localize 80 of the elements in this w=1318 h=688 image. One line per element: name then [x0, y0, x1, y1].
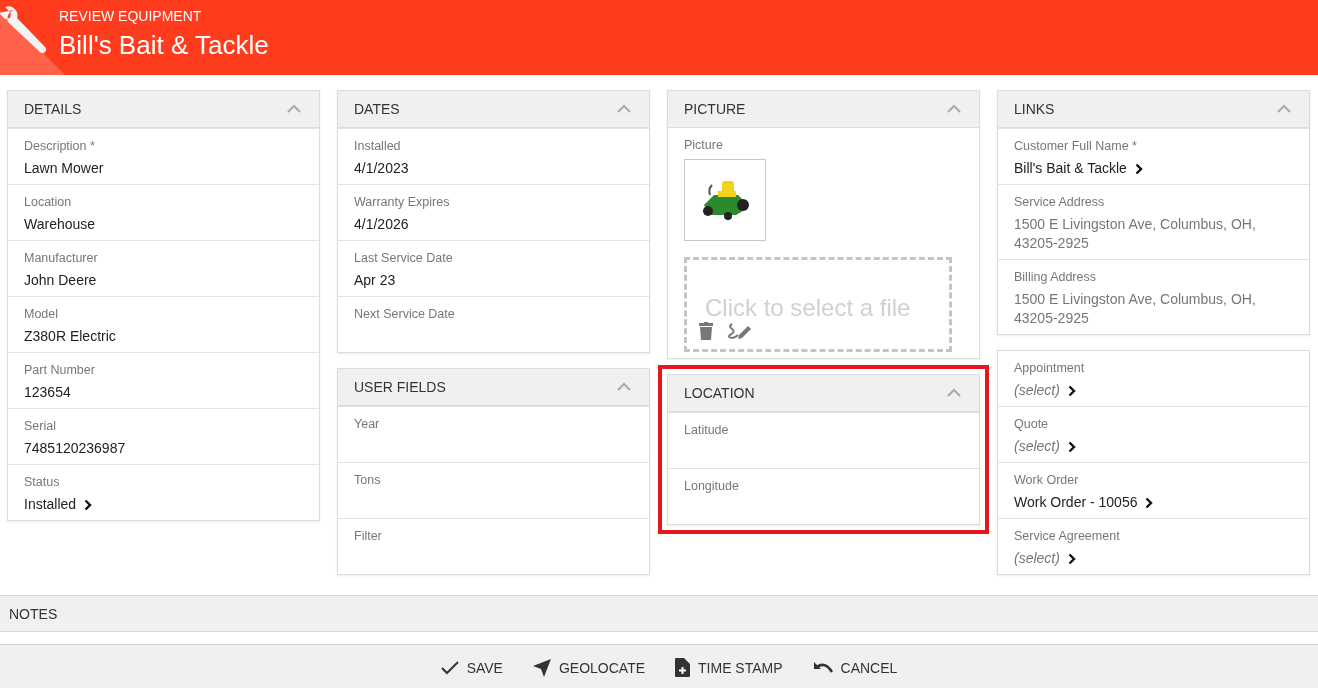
file-plus-icon — [675, 658, 691, 677]
field-label: Picture — [684, 138, 724, 153]
notes-section-header[interactable]: NOTES — [0, 595, 1318, 632]
chevron-right-icon — [1145, 496, 1154, 509]
field-label: Warranty Expires — [354, 195, 451, 210]
action-button[interactable]: TIME STAMP — [671, 652, 787, 683]
field-label: Model — [24, 307, 60, 322]
check-icon — [440, 660, 459, 675]
field-label: Last Service Date — [354, 251, 454, 266]
chevron-right-icon — [84, 498, 93, 511]
field-label: Work Order — [1014, 473, 1080, 488]
field-label: Customer Full Name * — [1014, 139, 1138, 154]
field-label: Manufacturer — [24, 251, 99, 266]
action-button[interactable]: SAVE — [436, 653, 507, 682]
field-value: John Deere — [24, 271, 97, 290]
field-label: Year — [354, 417, 381, 432]
field-value: Apr 23 — [354, 271, 396, 290]
panel-header[interactable]: USER FIELDS — [338, 369, 649, 406]
page-title: Bill's Bait & Tackle — [59, 30, 269, 60]
chevron-up-icon[interactable] — [1277, 104, 1291, 114]
link-value[interactable]: Installed — [24, 495, 77, 514]
signature-icon[interactable] — [727, 322, 751, 340]
panel-header[interactable]: LINKS — [998, 91, 1309, 128]
field-label: Filter — [354, 529, 383, 544]
image-thumbnail[interactable] — [684, 159, 766, 241]
action-button[interactable]: CANCEL — [808, 653, 902, 682]
panel-title: PICTURE — [684, 101, 746, 117]
address-value: 1500 E Livingston Ave, Columbus, OH, 43205-2925 — [1014, 216, 1256, 251]
field-value: 7485120236987 — [24, 439, 126, 458]
field-label: Quote — [1014, 417, 1050, 432]
field-label: Description * — [24, 139, 96, 154]
field-label: Installed — [354, 139, 402, 154]
field-value: 4/1/2026 — [354, 215, 409, 234]
trash-icon[interactable] — [699, 322, 713, 340]
undo-icon — [812, 660, 833, 675]
field-value: Z380R Electric — [24, 327, 116, 346]
chevron-right-icon — [1067, 552, 1076, 565]
field-label: Status — [24, 475, 61, 490]
panel-header[interactable]: DATES — [338, 91, 649, 128]
panel-title: DETAILS — [24, 101, 82, 117]
select-placeholder[interactable]: (select) — [1014, 437, 1060, 456]
link-value[interactable]: Bill's Bait & Tackle — [1014, 159, 1127, 178]
select-placeholder[interactable]: (select) — [1014, 381, 1060, 400]
panel-title: DATES — [354, 101, 400, 117]
field-label: Part Number — [24, 363, 96, 378]
chevron-right-icon — [1134, 162, 1143, 175]
field-value: 4/1/2023 — [354, 159, 409, 178]
panel-title: LINKS — [1014, 101, 1055, 117]
panel-title: LOCATION — [684, 385, 755, 401]
select-placeholder[interactable]: (select) — [1014, 549, 1060, 568]
field-label: Longitude — [684, 479, 740, 494]
field-value: Warehouse — [24, 215, 96, 234]
panel-header[interactable]: PICTURE — [668, 91, 979, 128]
chevron-right-icon — [1067, 384, 1076, 397]
chevron-right-icon — [1067, 440, 1076, 453]
field-label: Service Address — [1014, 195, 1106, 210]
field-label: Serial — [24, 419, 57, 434]
chevron-up-icon[interactable] — [617, 104, 631, 114]
panel-header[interactable]: LOCATION — [668, 375, 979, 412]
field-label: Location — [24, 195, 73, 210]
chevron-up-icon[interactable] — [617, 382, 631, 392]
chevron-up-icon[interactable] — [947, 104, 961, 114]
field-label: Tons — [354, 473, 382, 488]
action-button[interactable]: GEOLOCATE — [528, 652, 650, 683]
panel-header[interactable]: DETAILS — [8, 91, 319, 128]
field-value: Lawn Mower — [24, 159, 104, 178]
chevron-up-icon[interactable] — [947, 388, 961, 398]
panel-title: USER FIELDS — [354, 379, 446, 395]
navigation-arrow-icon — [532, 658, 551, 677]
page-subtitle: REVIEW EQUIPMENT — [59, 8, 203, 24]
chevron-up-icon[interactable] — [287, 104, 301, 114]
field-label: Billing Address — [1014, 270, 1097, 285]
field-value: 123654 — [24, 383, 71, 402]
field-label: Latitude — [684, 423, 730, 438]
field-label: Next Service Date — [354, 307, 456, 322]
notes-title: NOTES — [9, 605, 58, 622]
field-label: Appointment — [1014, 361, 1086, 376]
field-label: Service Agreement — [1014, 529, 1121, 544]
address-value: 1500 E Livingston Ave, Columbus, OH, 43205-2925 — [1014, 291, 1256, 326]
link-value[interactable]: Work Order - 10056 — [1014, 493, 1138, 512]
